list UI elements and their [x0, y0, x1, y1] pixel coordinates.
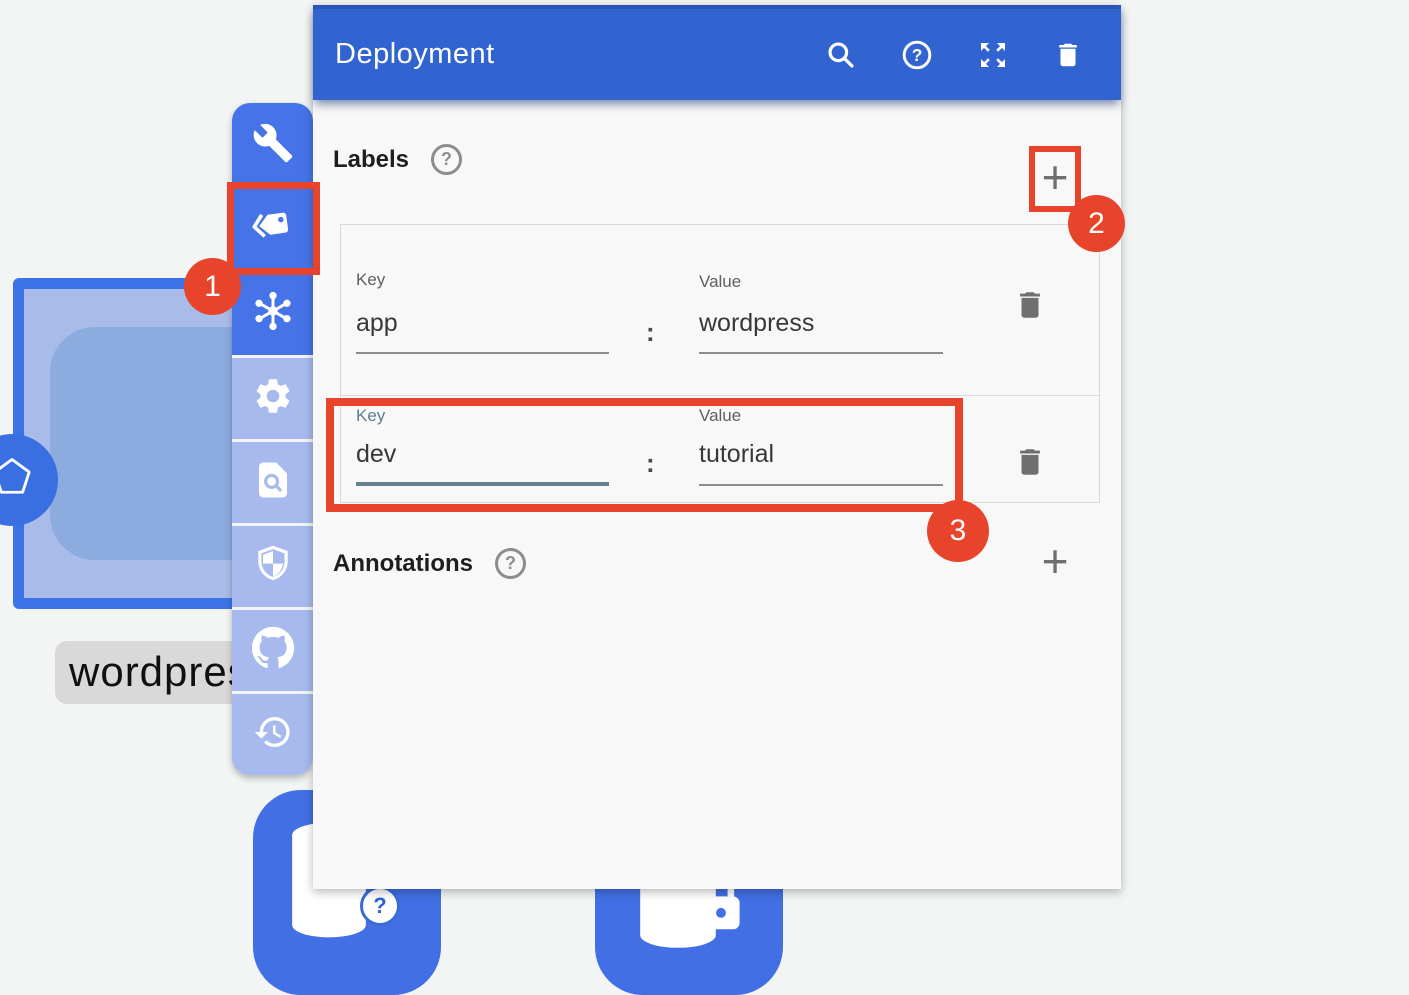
unknown-status-badge: ?	[360, 886, 400, 926]
gear-icon	[252, 375, 294, 422]
sidebar-item-history[interactable]	[232, 691, 313, 775]
annotations-help-icon[interactable]: ?	[495, 548, 526, 579]
panel-header: Deployment ?	[313, 5, 1121, 100]
hub-icon	[251, 289, 295, 338]
value-input[interactable]: wordpress	[699, 309, 814, 338]
add-annotation-button[interactable]: +	[1033, 540, 1077, 584]
sidebar-item-security[interactable]	[232, 523, 313, 607]
key-input[interactable]: app	[356, 309, 398, 338]
svg-text:?: ?	[912, 45, 923, 65]
delete-row-icon[interactable]	[1013, 285, 1047, 329]
delete-row-icon[interactable]	[1013, 442, 1047, 486]
key-field-label: Key	[356, 270, 385, 290]
labels-help-icon[interactable]: ?	[431, 144, 462, 175]
document-search-icon	[252, 459, 294, 506]
tutorial-highlight-box-2	[1029, 146, 1081, 212]
labels-section-title: Labels	[333, 146, 409, 174]
tutorial-step-badge-1: 1	[184, 258, 241, 315]
help-icon[interactable]: ?	[901, 39, 933, 71]
key-value-separator: :	[646, 317, 655, 348]
sidebar-item-doc-search[interactable]	[232, 439, 313, 523]
panel-title: Deployment	[335, 38, 825, 71]
tutorial-step-badge-3: 3	[927, 500, 989, 562]
annotations-section-title: Annotations	[333, 550, 473, 578]
value-underline	[699, 352, 943, 354]
value-field-label: Value	[699, 272, 741, 292]
sidebar-item-settings[interactable]	[232, 355, 313, 439]
label-row-app: Key app : Value wordpress	[341, 225, 1099, 395]
history-icon	[253, 712, 293, 757]
delete-icon[interactable]	[1053, 39, 1085, 71]
expand-icon[interactable]	[977, 39, 1009, 71]
search-icon[interactable]	[825, 39, 857, 71]
tutorial-highlight-box-3	[326, 398, 963, 512]
key-underline	[356, 352, 609, 354]
sidebar-item-github[interactable]	[232, 607, 313, 691]
shield-icon	[252, 543, 294, 590]
github-icon	[251, 626, 295, 675]
wrench-icon	[252, 122, 294, 169]
sidebar-item-network[interactable]	[232, 271, 313, 355]
tutorial-step-badge-2: 2	[1068, 195, 1125, 252]
tutorial-highlight-box-1	[227, 182, 320, 275]
pod-pentagon-icon	[0, 453, 37, 508]
sidebar-item-wrench[interactable]	[232, 103, 313, 187]
